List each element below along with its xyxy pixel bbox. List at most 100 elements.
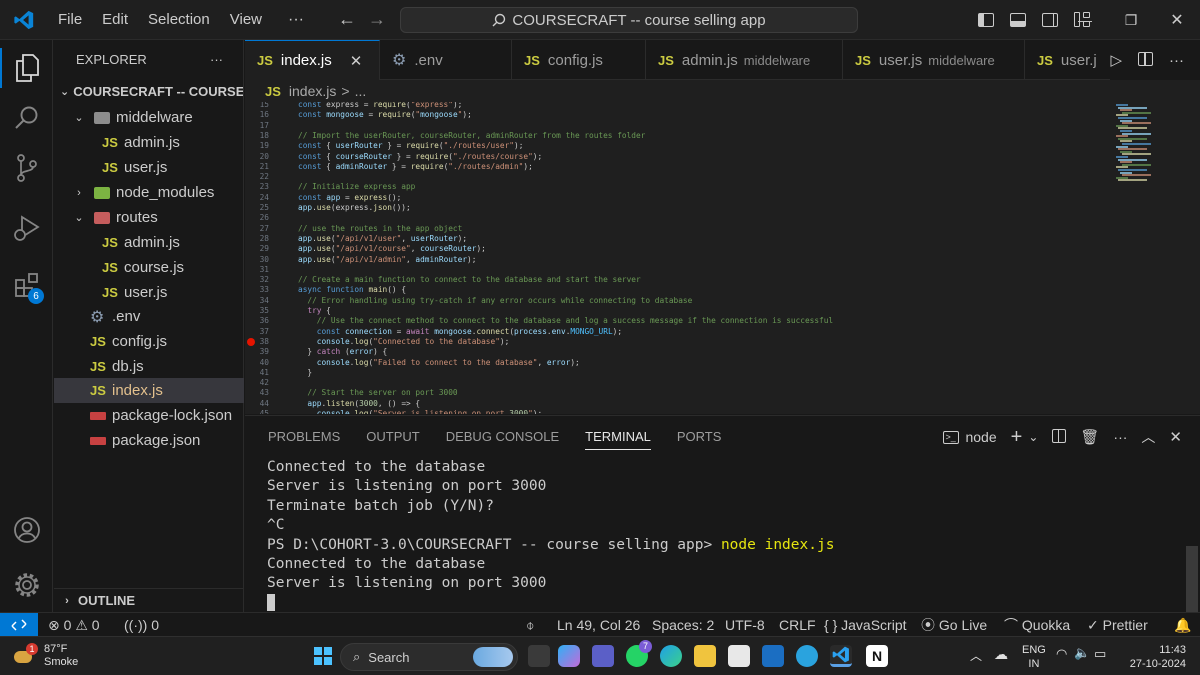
outline-section[interactable]: › OUTLINE [54, 588, 244, 612]
close-tab-icon[interactable]: ✕ [350, 52, 363, 70]
copilot-icon[interactable] [558, 645, 580, 667]
code-editor[interactable]: 15 const express = require("express"); 16 c… [245, 102, 1200, 414]
more-actions-button[interactable]: ··· [1113, 429, 1127, 445]
file-tree-item[interactable]: JS db.js [54, 354, 244, 379]
line-ending[interactable]: CRLF [779, 613, 816, 637]
wifi-icon[interactable]: ◠ [1056, 646, 1067, 662]
tab-debug-console[interactable]: DEBUG CONSOLE [433, 416, 572, 458]
workspace-folder-header[interactable]: ⌄ COURSECRAFT -- COURSE ... [54, 78, 243, 104]
file-tree-item[interactable]: JS config.js [54, 329, 244, 354]
file-tree-item[interactable]: JS index.js [54, 378, 244, 403]
indentation[interactable]: Spaces: 2 [652, 613, 714, 637]
chevron-up-icon[interactable]: ︿ [970, 647, 982, 664]
windows-start-icon[interactable] [314, 647, 332, 665]
volume-icon[interactable]: 🔈 [1074, 645, 1090, 661]
file-tree-item[interactable]: JS admin.js [54, 230, 244, 255]
tab-admin-js[interactable]: JS admin.js middelware [646, 40, 843, 80]
settings-gear-icon[interactable] [0, 560, 53, 610]
menu-selection[interactable]: Selection [138, 0, 220, 40]
battery-icon[interactable]: ▭ [1094, 646, 1106, 662]
vscode-taskbar-icon[interactable] [830, 645, 852, 667]
breakpoint-icon[interactable] [247, 337, 255, 346]
notion-icon[interactable]: N [866, 645, 888, 667]
trash-icon[interactable]: 🗑 [1080, 428, 1099, 446]
remote-indicator-icon[interactable] [0, 613, 38, 637]
breadcrumb-file[interactable]: index.js [289, 83, 336, 99]
tab-user-js[interactable]: JS user.j [1025, 40, 1105, 80]
menu-file[interactable]: File [48, 0, 92, 40]
taskbar-search[interactable]: ⌕ Search [340, 643, 518, 671]
git-commit-icon[interactable]: ⌽ [526, 613, 534, 637]
terminal-scrollbar[interactable] [1186, 546, 1198, 612]
teams-icon[interactable] [592, 645, 614, 667]
tab-user-js-middelware[interactable]: JS user.js middelware [843, 40, 1025, 80]
menu-edit[interactable]: Edit [92, 0, 138, 40]
menu-more-button[interactable]: ··· [272, 0, 320, 40]
close-panel-icon[interactable]: ✕ [1169, 428, 1182, 446]
encoding[interactable]: UTF-8 [725, 613, 765, 637]
minimize-button[interactable]: — [1062, 12, 1108, 28]
tab-ports[interactable]: PORTS [664, 416, 735, 458]
tab-output[interactable]: OUTPUT [353, 416, 432, 458]
telegram-icon[interactable] [796, 645, 818, 667]
tab-env[interactable]: ⚙ .env [380, 40, 512, 80]
quokka-button[interactable]: ⌒ Quokka [1004, 613, 1070, 637]
notifications-bell-icon[interactable]: 🔔 [1174, 613, 1191, 637]
more-actions-button[interactable]: ··· [1169, 52, 1184, 69]
search-icon[interactable] [0, 93, 53, 143]
chevron-down-icon[interactable]: ⌄ [1028, 430, 1038, 444]
file-tree-item[interactable]: ⌄ routes [54, 205, 244, 230]
whatsapp-icon[interactable]: 7 [626, 640, 652, 667]
menu-view[interactable]: View [220, 0, 272, 40]
back-arrow-icon[interactable]: ← [332, 9, 362, 30]
edge-icon[interactable] [660, 645, 682, 667]
system-clock[interactable]: 11:43 27-10-2024 [1130, 643, 1186, 671]
maximize-panel-icon[interactable]: ︿ [1141, 427, 1155, 447]
ports-indicator[interactable]: ((·)) 0 [124, 613, 159, 637]
split-terminal-icon[interactable] [1052, 428, 1067, 446]
explorer-icon[interactable] [0, 43, 53, 93]
run-file-icon[interactable]: ▷ [1110, 51, 1122, 69]
file-tree-item[interactable]: › node_modules [54, 180, 244, 205]
toggle-panel-icon[interactable] [1010, 13, 1026, 27]
forward-arrow-icon[interactable]: → [362, 9, 392, 30]
breadcrumb-symbol[interactable]: ... [355, 83, 367, 99]
account-icon[interactable] [0, 505, 53, 555]
minimap[interactable] [1110, 102, 1200, 414]
store-icon[interactable] [728, 645, 750, 667]
file-tree-item[interactable]: JS user.js [54, 280, 244, 305]
source-control-icon[interactable] [0, 143, 53, 193]
tab-terminal[interactable]: TERMINAL [572, 416, 664, 458]
task-view-icon[interactable] [528, 645, 550, 667]
close-window-button[interactable]: ✕ [1154, 10, 1200, 30]
file-tree-item[interactable]: JS user.js [54, 155, 244, 180]
extensions-icon[interactable]: 6 [0, 260, 53, 310]
prettier-button[interactable]: ✓ Prettier [1087, 613, 1148, 637]
file-explorer-icon[interactable] [694, 645, 716, 667]
new-terminal-button[interactable]: + [1011, 426, 1023, 449]
file-tree-item[interactable]: ⚙ .env [54, 304, 244, 329]
explorer-more-button[interactable]: ··· [210, 52, 223, 67]
command-center-search[interactable]: COURSECRAFT -- course selling app [400, 7, 858, 33]
weather-widget[interactable]: 1 87°F Smoke [14, 643, 78, 669]
restore-button[interactable]: ❐ [1108, 12, 1154, 29]
language-mode[interactable]: { } JavaScript [824, 613, 907, 637]
cursor-position[interactable]: Ln 49, Col 26 [557, 613, 640, 637]
file-tree-item[interactable]: ⌄ middelware [54, 105, 244, 130]
tab-index-js[interactable]: JS index.js ✕ [245, 40, 380, 80]
file-tree-item[interactable]: package-lock.json [54, 403, 244, 428]
toggle-primary-sidebar-icon[interactable] [978, 13, 994, 27]
tab-problems[interactable]: PROBLEMS [255, 416, 353, 458]
problems-indicator[interactable]: ⊗ 0 ⚠ 0 [48, 613, 100, 637]
split-editor-icon[interactable] [1138, 51, 1153, 69]
file-tree-item[interactable]: JS admin.js [54, 130, 244, 155]
mail-icon[interactable] [762, 645, 784, 667]
input-language[interactable]: ENG IN [1022, 643, 1046, 671]
file-tree-item[interactable]: package.json [54, 428, 244, 453]
tab-config-js[interactable]: JS config.js [512, 40, 646, 80]
onedrive-icon[interactable]: ☁ [994, 646, 1008, 663]
file-tree-item[interactable]: JS course.js [54, 255, 244, 280]
go-live-button[interactable]: ⦿ Go Live [921, 613, 987, 637]
terminal-shell-selector[interactable]: >_ node [943, 429, 997, 445]
run-debug-icon[interactable] [0, 203, 53, 253]
